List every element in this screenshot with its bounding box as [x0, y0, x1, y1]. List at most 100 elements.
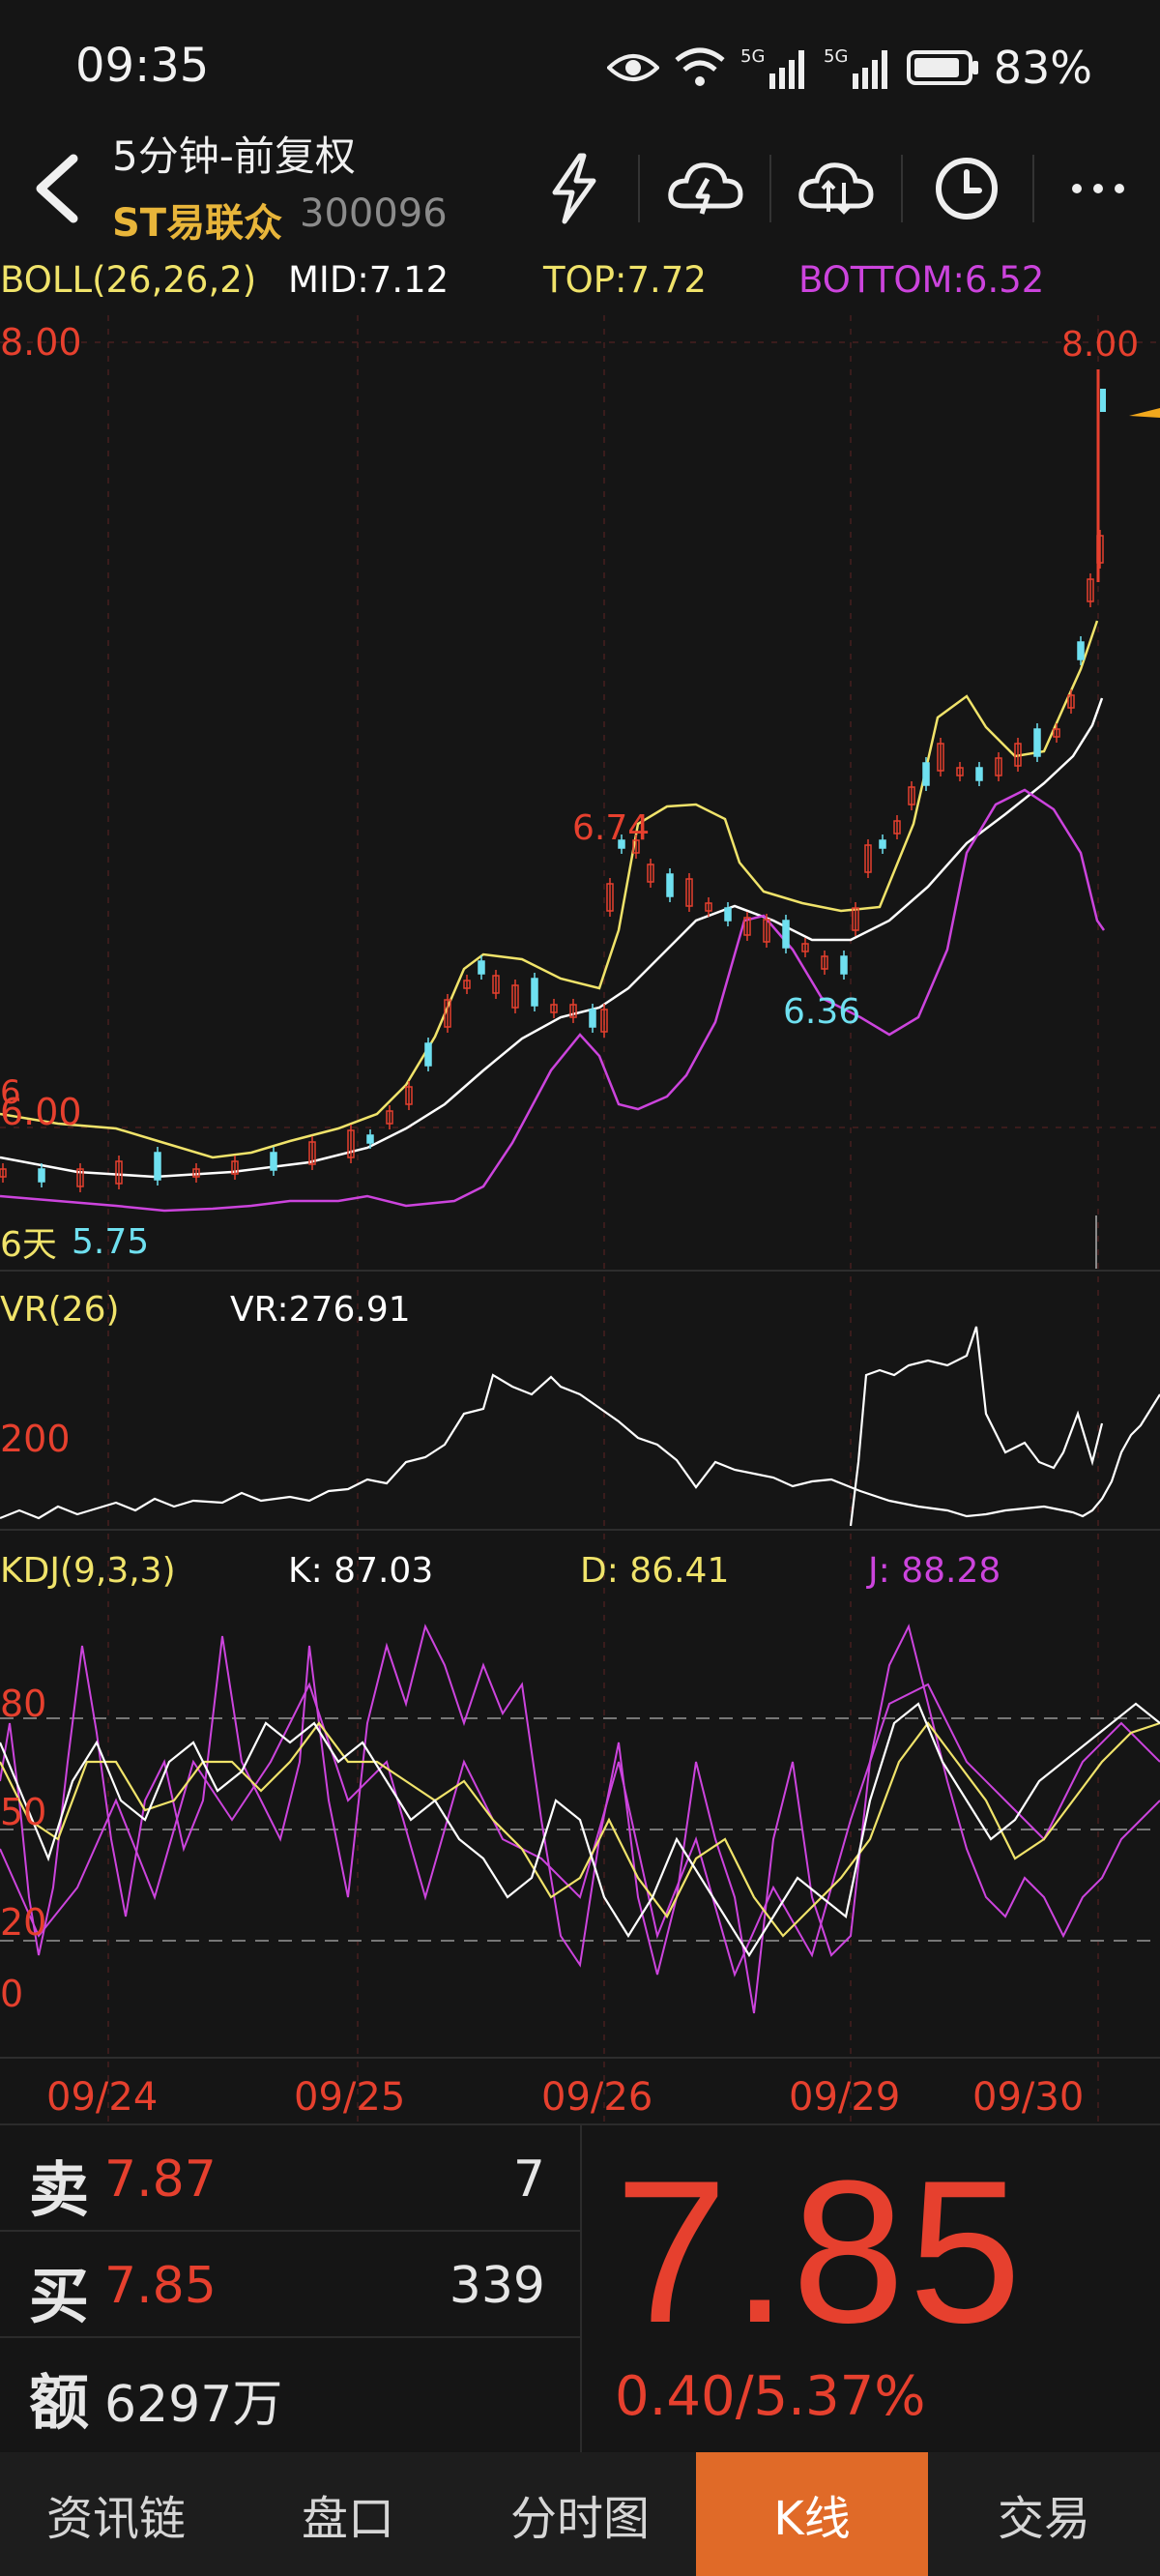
lightning-button[interactable]	[526, 145, 623, 232]
candle-body	[975, 767, 983, 781]
clock-icon	[936, 158, 998, 220]
tab-news-chain[interactable]: 资讯链	[0, 2452, 232, 2576]
candle-body	[589, 1009, 596, 1028]
clock-time: 09:35	[75, 39, 210, 93]
lightning-icon	[552, 153, 596, 224]
header-separator	[1032, 155, 1034, 222]
bid-label: 买	[29, 2261, 90, 2331]
cloud-lightning-button[interactable]	[657, 145, 754, 232]
bottom-tab-bar: 资讯链 盘口 分时图 K线 交易	[0, 2452, 1160, 2576]
more-button[interactable]	[1050, 145, 1146, 232]
battery-icon	[906, 50, 978, 85]
ask-volume: 7	[512, 2151, 545, 2209]
vr-line-right	[849, 1326, 1104, 1527]
bid-row[interactable]: 买 7.85 339	[0, 2232, 580, 2338]
clock-button[interactable]	[918, 145, 1015, 232]
ask-row[interactable]: 卖 7.87 7	[0, 2125, 580, 2232]
high-price-label: 8.00	[1061, 325, 1140, 365]
wifi-icon	[675, 47, 725, 86]
chevron-left-icon	[36, 154, 78, 223]
ask-label: 卖	[29, 2154, 90, 2225]
quote-panel: 卖 7.87 7 买 7.85 339 额 6297万 7.85 0.40/5.…	[0, 2123, 1160, 2454]
header-separator	[901, 155, 903, 222]
low-price-label: 5.75	[72, 1222, 150, 1262]
boll-bottom-line	[0, 788, 1106, 1213]
boll-mid-value: MID:7.12	[288, 259, 450, 301]
kdj-k-value: K: 87.03	[288, 1551, 434, 1591]
candle-body	[724, 907, 732, 922]
kdj-j-value: J: 88.28	[868, 1551, 1001, 1591]
candle-body	[478, 960, 485, 975]
date-label: 09/30	[972, 2075, 1085, 2120]
date-label: 09/24	[46, 2075, 159, 2120]
y-axis-top-label: 8.00	[0, 321, 82, 364]
ask-price: 7.87	[104, 2151, 217, 2209]
vr-line	[0, 1373, 1160, 1520]
cloud-sync-icon	[798, 162, 874, 215]
current-price-marker	[1129, 408, 1160, 418]
date-label: 09/29	[789, 2075, 901, 2120]
vr-level-label: 200	[0, 1418, 71, 1460]
candle-body	[366, 1134, 374, 1144]
kdj-level-50: 50	[0, 1791, 47, 1833]
header-separator	[638, 155, 640, 222]
candle-body	[1077, 641, 1085, 660]
eye-icon	[606, 54, 659, 81]
signal-5g-icon-1: 5G	[740, 46, 804, 89]
cloud-sync-button[interactable]	[788, 145, 884, 232]
y-axis-mid-label: 6.00	[0, 1091, 82, 1133]
battery-percent: 83%	[993, 42, 1092, 94]
candle-last	[1100, 389, 1106, 412]
amount-row: 额 6297万	[0, 2338, 580, 2444]
boll-bottom-value: BOTTOM:6.52	[798, 259, 1045, 301]
kdj-level-20: 20	[0, 1901, 47, 1944]
boll-mid-line	[0, 697, 1104, 1179]
candle-body	[782, 920, 790, 949]
header-separator	[769, 155, 771, 222]
svg-text:5G: 5G	[740, 46, 765, 67]
signal-5g-icon-2: 5G	[824, 46, 887, 89]
tab-order-book[interactable]: 盘口	[232, 2452, 464, 2576]
vr-value: VR:276.91	[230, 1290, 411, 1330]
candle-body	[1033, 728, 1041, 757]
svg-text:5G: 5G	[824, 46, 848, 67]
candle-body	[922, 762, 930, 786]
tab-kline[interactable]: K线	[696, 2452, 928, 2576]
kline-chart[interactable]	[0, 253, 1160, 2129]
stock-code: 300096	[300, 191, 448, 236]
candle-body	[666, 873, 674, 897]
more-icon	[1072, 184, 1124, 193]
peak-price-label: 6.74	[572, 808, 651, 848]
date-label: 09/26	[541, 2075, 653, 2120]
price-change: 0.40/5.37%	[615, 2365, 926, 2428]
boll-label: BOLL(26,26,2)	[0, 259, 257, 301]
candle-body	[879, 839, 886, 849]
days-label: 6天	[0, 1225, 57, 1265]
kdj-label: KDJ(9,3,3)	[0, 1551, 176, 1591]
turnover-amount: 6297万	[104, 2376, 283, 2434]
date-label: 09/25	[294, 2075, 406, 2120]
last-price: 7.85	[615, 2138, 1026, 2365]
cloud-lightning-icon	[668, 162, 743, 215]
quote-divider	[580, 2125, 582, 2454]
bid-price: 7.85	[104, 2257, 217, 2315]
boll-top-value: TOP:7.72	[543, 259, 707, 301]
vr-label: VR(26)	[0, 1290, 120, 1330]
status-icons: 5G 5G 83%	[606, 39, 1092, 97]
kdj-level-0: 0	[0, 1973, 24, 2015]
candle-body	[154, 1152, 161, 1181]
tab-intraday[interactable]: 分时图	[464, 2452, 696, 2576]
candle-body	[270, 1152, 277, 1171]
kdj-level-80: 80	[0, 1683, 47, 1725]
status-bar: 09:35 5G 5G 83%	[0, 0, 1160, 135]
candle-body	[531, 978, 538, 1007]
candle-body	[840, 955, 848, 975]
candle-body	[38, 1168, 45, 1183]
back-button[interactable]	[23, 145, 91, 232]
trough-price-label: 6.36	[783, 992, 861, 1032]
bid-volume: 339	[449, 2257, 545, 2315]
main-chart-grid	[0, 315, 1160, 2129]
stock-name: ST易联众	[112, 201, 283, 246]
tab-trade[interactable]: 交易	[928, 2452, 1160, 2576]
chart-period-title[interactable]: 5分钟-前复权	[112, 124, 356, 183]
